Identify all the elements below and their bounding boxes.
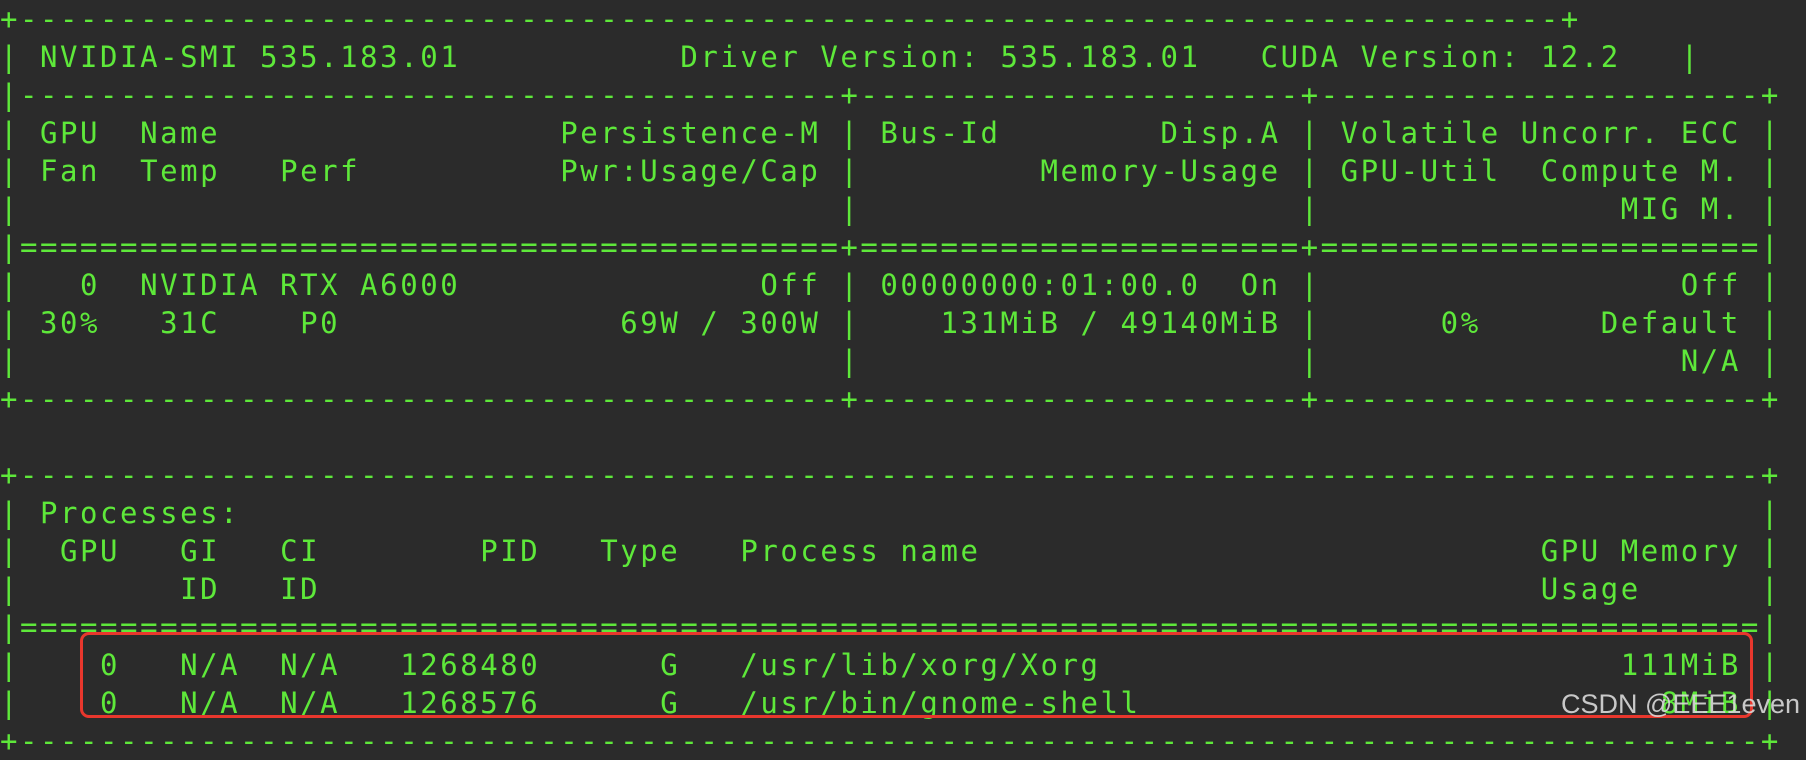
terminal-line-top-border: +---------------------------------------… <box>0 2 1581 36</box>
terminal-line-column-header-3: | | | MIG M. | <box>0 192 1781 226</box>
terminal-line-processes-bottom-border: +---------------------------------------… <box>0 724 1781 758</box>
terminal-line-double-separator: |=======================================… <box>0 230 1781 264</box>
terminal-output: +---------------------------------------… <box>0 0 1806 758</box>
terminal-line-processes-title: | Processes: | <box>0 496 1781 530</box>
terminal-line-process-row-2: | 0 N/A N/A 1268576 G /usr/bin/gnome-she… <box>0 686 1781 720</box>
terminal-line-gpu-bottom-border: +---------------------------------------… <box>0 382 1781 416</box>
terminal-line-separator: |---------------------------------------… <box>0 78 1781 112</box>
terminal-line-column-header-2: | Fan Temp Perf Pwr:Usage/Cap | Memory-U… <box>0 154 1781 188</box>
terminal-line-processes-header-1: | GPU GI CI PID Type Process name GPU Me… <box>0 534 1781 568</box>
csdn-watermark: CSDN @EEE1even <box>1560 689 1800 719</box>
terminal-line-column-header-1: | GPU Name Persistence-M | Bus-Id Disp.A… <box>0 116 1781 150</box>
terminal-line-processes-top-border: +---------------------------------------… <box>0 458 1781 492</box>
terminal-line-gpu-row-1: | 0 NVIDIA RTX A6000 Off | 00000000:01:0… <box>0 268 1781 302</box>
terminal-line-gpu-row-2: | 30% 31C P0 69W / 300W | 131MiB / 49140… <box>0 306 1781 340</box>
terminal-line-process-row-1: | 0 N/A N/A 1268480 G /usr/lib/xorg/Xorg… <box>0 648 1781 682</box>
terminal-line-version-header: | NVIDIA-SMI 535.183.01 Driver Version: … <box>0 40 1701 74</box>
terminal-line-processes-separator: |=======================================… <box>0 610 1781 644</box>
terminal-line-processes-header-2: | ID ID Usage | <box>0 572 1781 606</box>
terminal-line-gpu-row-3: | | | N/A | <box>0 344 1781 378</box>
